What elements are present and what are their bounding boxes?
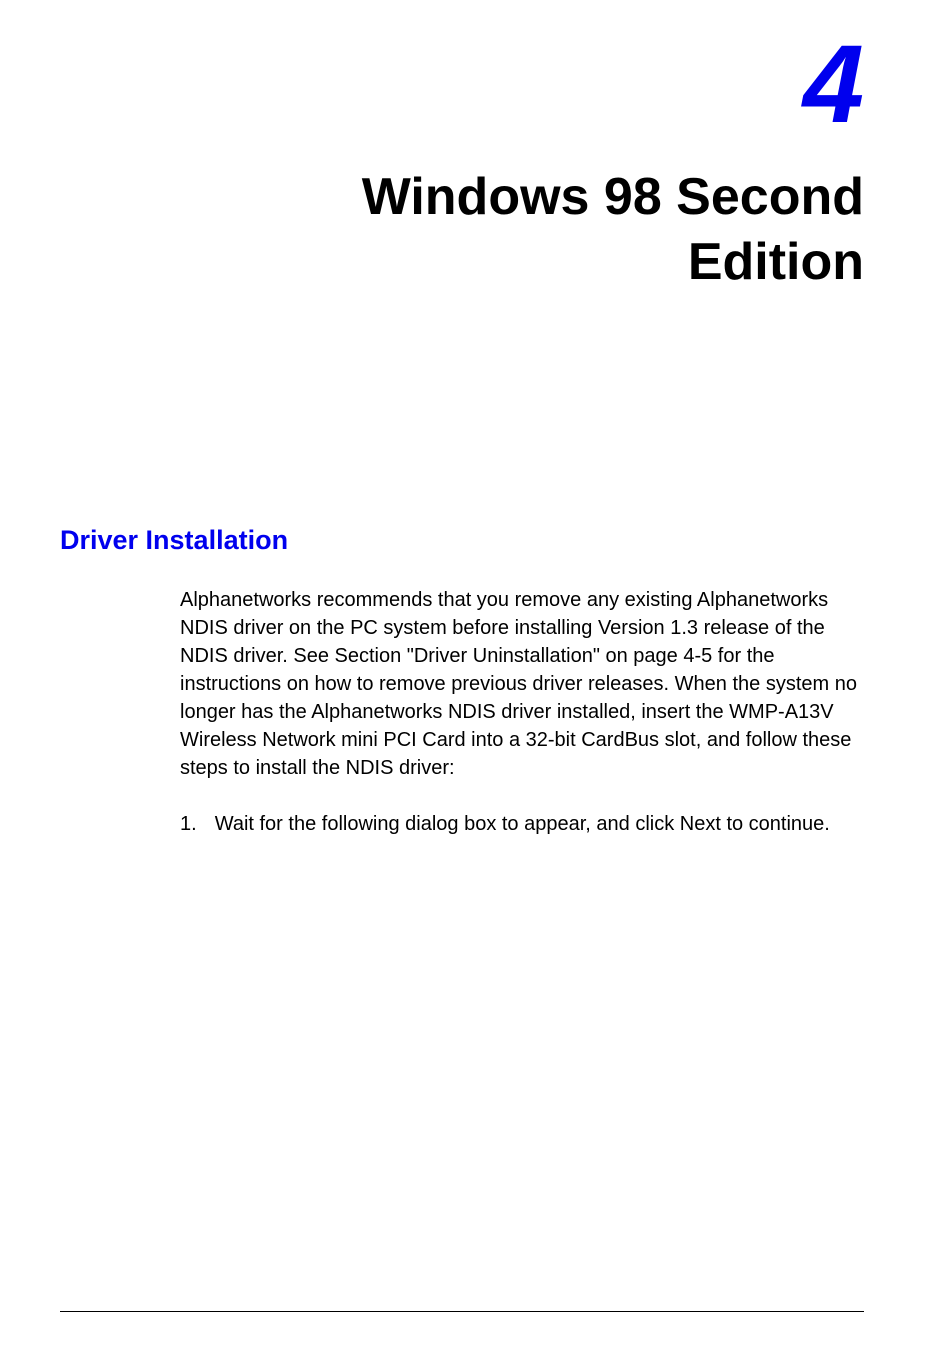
body-paragraph: Alphanetworks recommends that you remove…	[180, 586, 864, 782]
page-footer-line	[60, 1311, 864, 1312]
list-item-1: 1. Wait for the following dialog box to …	[180, 810, 864, 838]
list-number: 1.	[180, 810, 197, 838]
chapter-title-line2: Edition	[688, 233, 864, 291]
list-text: Wait for the following dialog box to app…	[215, 810, 864, 838]
chapter-number: 4	[60, 30, 864, 140]
section-heading: Driver Installation	[60, 525, 864, 556]
page-container: 4 Windows 98 Second Edition Driver Insta…	[0, 0, 944, 838]
chapter-title-line1: Windows 98 Second	[362, 168, 864, 226]
chapter-title: Windows 98 Second Edition	[60, 165, 864, 295]
